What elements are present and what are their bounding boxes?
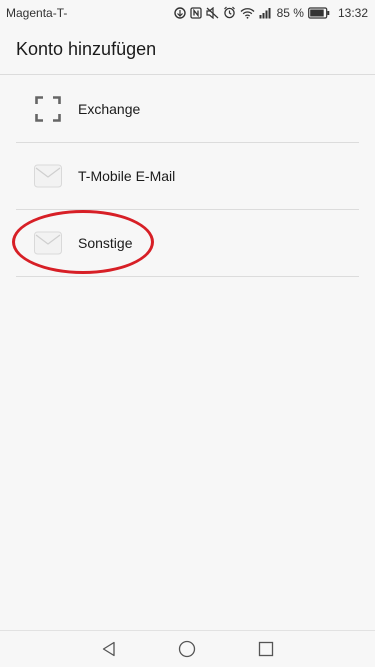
page-title: Konto hinzufügen bbox=[16, 39, 157, 59]
status-icons: 85 % 13:32 bbox=[173, 5, 368, 20]
list-item-sonstige[interactable]: Sonstige bbox=[16, 210, 359, 277]
mute-icon bbox=[206, 6, 219, 19]
data-saver-icon bbox=[173, 6, 186, 19]
clock: 13:32 bbox=[337, 5, 368, 20]
account-label: T-Mobile E-Mail bbox=[78, 168, 176, 184]
list-item-t-mobile-email[interactable]: T-Mobile E-Mail bbox=[16, 143, 359, 210]
wifi-icon bbox=[240, 7, 255, 19]
carrier-name: Magenta-T- bbox=[6, 5, 68, 20]
alarm-icon bbox=[223, 6, 236, 19]
battery-icon bbox=[308, 6, 330, 19]
home-icon[interactable] bbox=[172, 634, 202, 664]
recents-icon[interactable] bbox=[251, 634, 281, 664]
back-icon[interactable] bbox=[94, 634, 124, 664]
signal-icon bbox=[259, 7, 271, 19]
status-bar: Magenta-T- 85 % 13:32 bbox=[0, 0, 375, 25]
mail-icon bbox=[34, 229, 62, 257]
nfc-icon bbox=[189, 6, 202, 19]
account-label: Sonstige bbox=[78, 235, 133, 251]
mail-icon bbox=[34, 162, 62, 190]
account-type-list: Exchange T-Mobile E-Mail Sonstige bbox=[0, 76, 375, 277]
battery-percent: 85 % bbox=[276, 5, 304, 20]
exchange-icon bbox=[34, 95, 62, 123]
list-item-exchange[interactable]: Exchange bbox=[16, 76, 359, 143]
navigation-bar bbox=[0, 630, 375, 667]
page-header: Konto hinzufügen bbox=[0, 25, 375, 75]
account-label: Exchange bbox=[78, 101, 141, 117]
